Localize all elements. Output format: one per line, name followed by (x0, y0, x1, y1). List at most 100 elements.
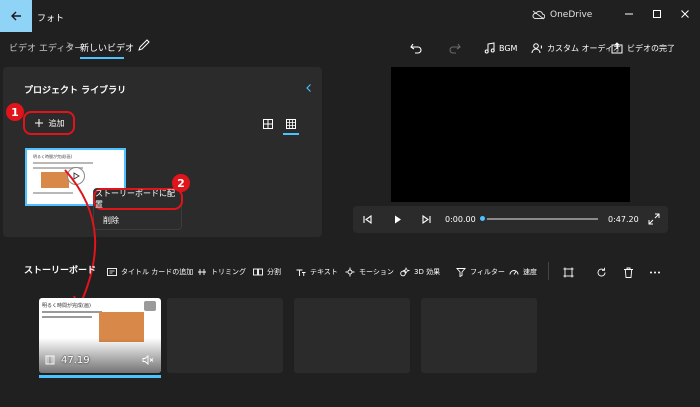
tool-label: テキスト (310, 268, 338, 276)
clip-duration: 47.19 (61, 355, 90, 366)
view-selected-indicator (283, 133, 299, 135)
seek-bar[interactable] (483, 218, 598, 220)
maximize-button[interactable] (643, 4, 671, 24)
add-media-button[interactable]: 追加 (23, 111, 75, 135)
tool-label: 3D 効果 (414, 268, 441, 276)
onedrive-status[interactable]: OneDrive (532, 10, 592, 20)
more-options-button[interactable] (649, 266, 661, 278)
small-grid-view-button[interactable] (285, 118, 297, 130)
back-button[interactable] (0, 0, 32, 32)
motion-button[interactable]: モーション (345, 266, 394, 278)
bgm-label: BGM (499, 43, 518, 53)
delete-button[interactable] (623, 266, 634, 278)
finish-video-label: ビデオの完了 (627, 43, 675, 53)
resize-button[interactable] (563, 266, 574, 278)
clip-checkbox[interactable] (144, 301, 156, 311)
play-button[interactable] (391, 213, 404, 226)
film-icon (45, 355, 55, 365)
storyboard-clip[interactable]: 明るく時間が完成(画) (39, 298, 161, 373)
previous-frame-button[interactable] (361, 213, 374, 226)
total-time: 0:47.20 (608, 215, 639, 224)
music-note-icon (484, 42, 495, 54)
export-icon (611, 42, 623, 54)
chevron-left-icon (306, 84, 311, 92)
trim-icon (198, 269, 206, 275)
crop-icon (563, 267, 574, 277)
grid-large-icon (263, 119, 273, 129)
skip-forward-icon (422, 214, 431, 225)
library-title: プロジェクト ライブラリ (24, 86, 127, 96)
clip-selected-indicator (39, 375, 161, 378)
redo-button[interactable] (448, 40, 462, 56)
add-label: 追加 (48, 118, 65, 128)
breadcrumb-separator: > (66, 40, 75, 51)
empty-storyboard-slot[interactable] (421, 298, 537, 373)
thumbnail-text-line (33, 162, 93, 164)
storyboard-title: ストーリーボード (24, 266, 97, 276)
fullscreen-button[interactable] (648, 213, 660, 225)
effects-3d-button[interactable]: 3D 効果 (400, 266, 440, 278)
undo-button[interactable] (409, 40, 423, 56)
split-icon (253, 268, 263, 276)
rotate-button[interactable] (596, 266, 607, 278)
empty-storyboard-slot[interactable] (167, 298, 283, 373)
finish-video-button[interactable]: ビデオの完了 (611, 40, 675, 56)
close-icon (681, 10, 689, 18)
clip-text-line (42, 311, 102, 313)
filter-button[interactable]: フィルター (456, 266, 505, 278)
next-frame-button[interactable] (420, 213, 433, 226)
play-icon (395, 215, 401, 224)
large-grid-view-button[interactable] (262, 118, 274, 130)
motion-icon (345, 267, 355, 277)
title-bar (0, 0, 700, 32)
annotation-badge-2: 2 (172, 174, 190, 192)
onedrive-label: OneDrive (550, 10, 593, 20)
add-title-card-button[interactable]: タイトル カードの追加 (107, 266, 193, 278)
app-title: フォト (37, 14, 65, 24)
trim-button[interactable]: トリミング (197, 266, 246, 278)
more-icon (650, 271, 660, 273)
custom-audio-label: カスタム オーディオ (547, 43, 621, 53)
maximize-icon (653, 10, 661, 18)
pencil-icon (138, 39, 150, 51)
clip-title: 明るく時間が完成(画) (42, 303, 91, 309)
toolbar-divider (548, 262, 549, 280)
cloud-off-icon (532, 10, 545, 20)
tool-label: フィルター (470, 268, 505, 276)
current-time: 0:00.00 (445, 215, 476, 224)
speed-button[interactable]: 速度 (509, 266, 537, 278)
split-button[interactable]: 分割 (253, 266, 281, 278)
rename-button[interactable] (137, 38, 153, 54)
person-audio-icon (531, 43, 542, 54)
custom-audio-button[interactable]: カスタム オーディオ (531, 40, 621, 56)
skip-back-icon (363, 214, 372, 225)
rotate-icon (597, 267, 606, 276)
title-card-icon (107, 268, 117, 276)
empty-storyboard-slot[interactable] (294, 298, 410, 373)
breadcrumb-current: 新しいビデオ (80, 44, 135, 54)
redo-icon (449, 43, 461, 54)
minimize-button[interactable] (615, 4, 643, 24)
thumbnail-title: 明るく時間が完成(画) (33, 154, 73, 159)
expand-icon (648, 213, 660, 225)
undo-icon (410, 43, 422, 54)
plus-icon (34, 119, 43, 127)
video-preview (391, 67, 630, 202)
filter-icon (456, 268, 466, 277)
breadcrumb-underline (80, 57, 124, 59)
effects-3d-icon (400, 267, 410, 277)
close-button[interactable] (671, 4, 699, 24)
bgm-button[interactable]: BGM (484, 40, 517, 56)
tool-label: モーション (359, 268, 394, 276)
tool-label: トリミング (211, 268, 246, 276)
collapse-library-button[interactable] (303, 82, 315, 94)
mute-icon[interactable] (142, 355, 154, 365)
tool-label: 分割 (267, 268, 281, 276)
annotation-badge-1: 1 (6, 103, 24, 121)
text-button[interactable]: テキスト (296, 266, 338, 278)
tool-label: タイトル カードの追加 (121, 268, 194, 276)
tool-label: 速度 (523, 268, 537, 276)
text-icon (296, 269, 306, 276)
seek-thumb[interactable] (478, 214, 487, 223)
minimize-icon (625, 13, 633, 15)
